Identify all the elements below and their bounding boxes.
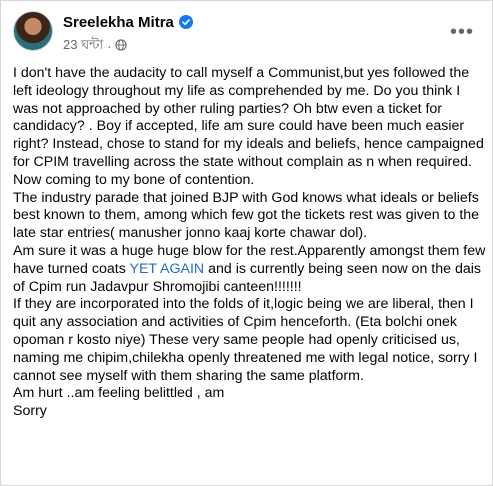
post-paragraph: I don't have the audacity to call myself… — [13, 65, 484, 170]
post-paragraph: Now coming to my bone of contention. — [13, 171, 255, 188]
post-paragraph: The industry parade that joined BJP with… — [13, 189, 480, 242]
post-meta: 23 ঘন্টা · — [63, 36, 128, 57]
more-options-icon[interactable]: ••• — [450, 21, 474, 44]
post-paragraph: Am hurt ..am feeling belittled , am — [13, 385, 225, 402]
post-paragraph: Sorry — [13, 403, 47, 420]
post-body: I don't have the audacity to call myself… — [13, 65, 487, 421]
author-name-row: Sreelekha Mitra — [63, 14, 193, 33]
verified-badge-icon — [178, 15, 193, 33]
avatar[interactable] — [13, 11, 53, 51]
globe-icon[interactable] — [115, 39, 128, 54]
post-paragraph: If they are incorporated into the folds … — [13, 296, 478, 384]
facebook-post: Sreelekha Mitra 23 ঘন্টা · ••• I don't h… — [0, 0, 493, 486]
highlighted-text: YET AGAIN — [129, 260, 205, 277]
post-timestamp[interactable]: 23 ঘন্টা — [63, 36, 103, 57]
meta-separator: · — [107, 39, 112, 54]
post-paragraph: Am sure it was a huge huge blow for the … — [13, 243, 487, 296]
author-name[interactable]: Sreelekha Mitra — [63, 14, 174, 31]
